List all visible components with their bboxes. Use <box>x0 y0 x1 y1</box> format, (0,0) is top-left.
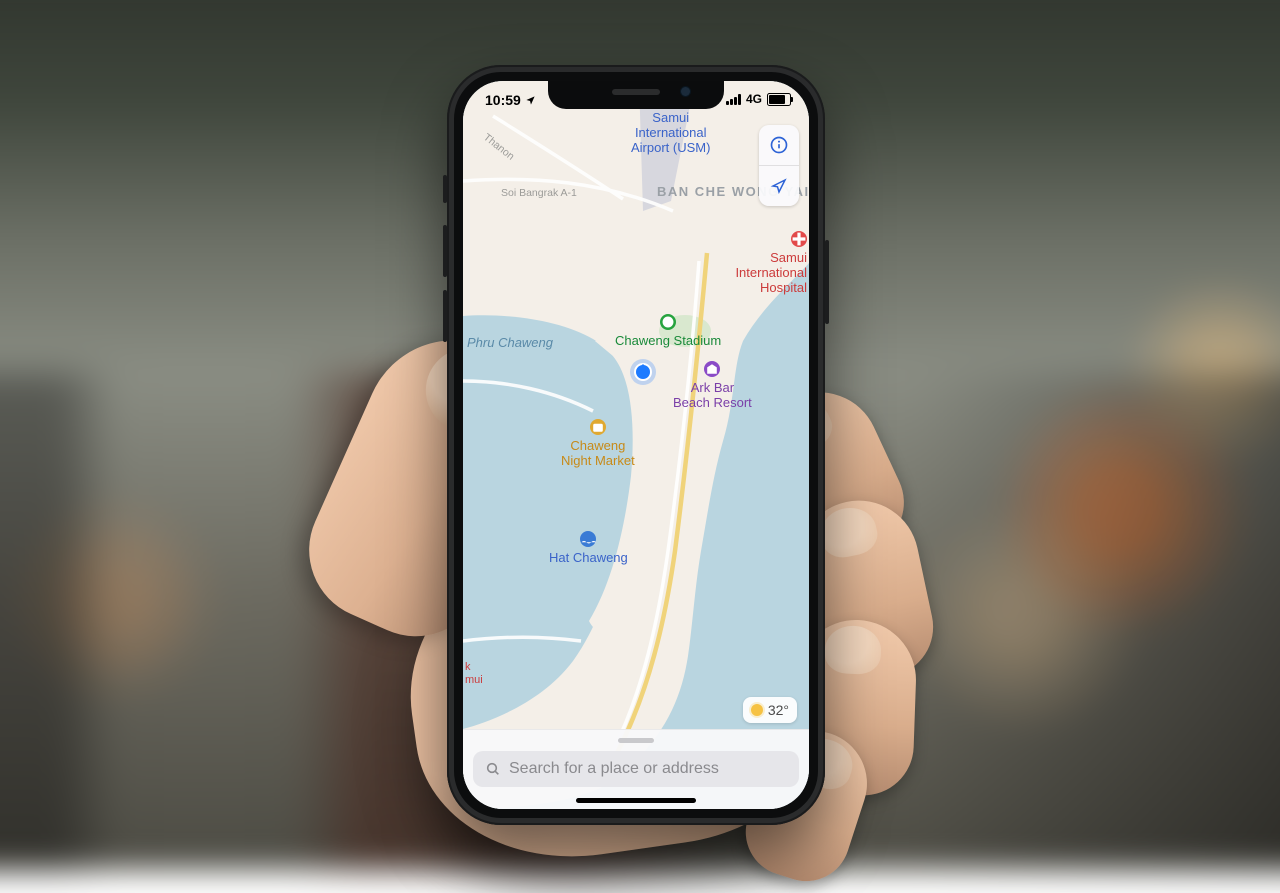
locate-me-button[interactable] <box>759 165 799 206</box>
poi-hospital[interactable]: Samui International Hospital <box>735 231 807 296</box>
weather-chip[interactable]: 32° <box>743 697 797 723</box>
volume-down-button[interactable] <box>443 290 447 342</box>
mute-switch[interactable] <box>443 175 447 203</box>
poi-night-market[interactable]: Chaweng Night Market <box>561 419 635 469</box>
phone-screen: 10:59 4G <box>463 81 809 809</box>
search-field[interactable]: Search for a place or address <box>473 751 799 787</box>
battery-icon <box>767 93 791 106</box>
power-button[interactable] <box>825 240 829 324</box>
weather-temp: 32° <box>768 702 789 718</box>
water-label-phru-chaweng: Phru Chaweng <box>467 336 553 351</box>
map-controls <box>759 125 799 206</box>
search-placeholder: Search for a place or address <box>509 760 719 778</box>
map-info-button[interactable] <box>759 125 799 165</box>
location-services-icon <box>525 95 536 106</box>
search-card[interactable]: Search for a place or address <box>463 729 809 809</box>
poi-airport[interactable]: Samui International Airport (USM) <box>631 111 710 156</box>
info-icon <box>769 135 789 155</box>
poi-partial-bottom: k mui <box>465 661 483 686</box>
sun-icon <box>751 704 763 716</box>
poi-ark-bar[interactable]: Ark Bar Beach Resort <box>673 361 752 411</box>
poi-hat-chaweng[interactable]: Hat Chaweng <box>549 531 628 566</box>
network-label: 4G <box>746 92 762 106</box>
volume-up-button[interactable] <box>443 225 447 277</box>
status-time: 10:59 <box>485 92 521 108</box>
cellular-signal-icon <box>726 94 741 105</box>
search-icon <box>485 761 501 777</box>
location-arrow-icon <box>770 177 788 195</box>
poi-stadium[interactable]: Chaweng Stadium <box>615 314 721 349</box>
current-location-dot[interactable] <box>636 365 650 379</box>
display-notch <box>548 81 724 109</box>
drag-handle[interactable] <box>618 738 654 743</box>
home-indicator[interactable] <box>576 798 696 803</box>
phone-frame: 10:59 4G <box>447 65 825 825</box>
